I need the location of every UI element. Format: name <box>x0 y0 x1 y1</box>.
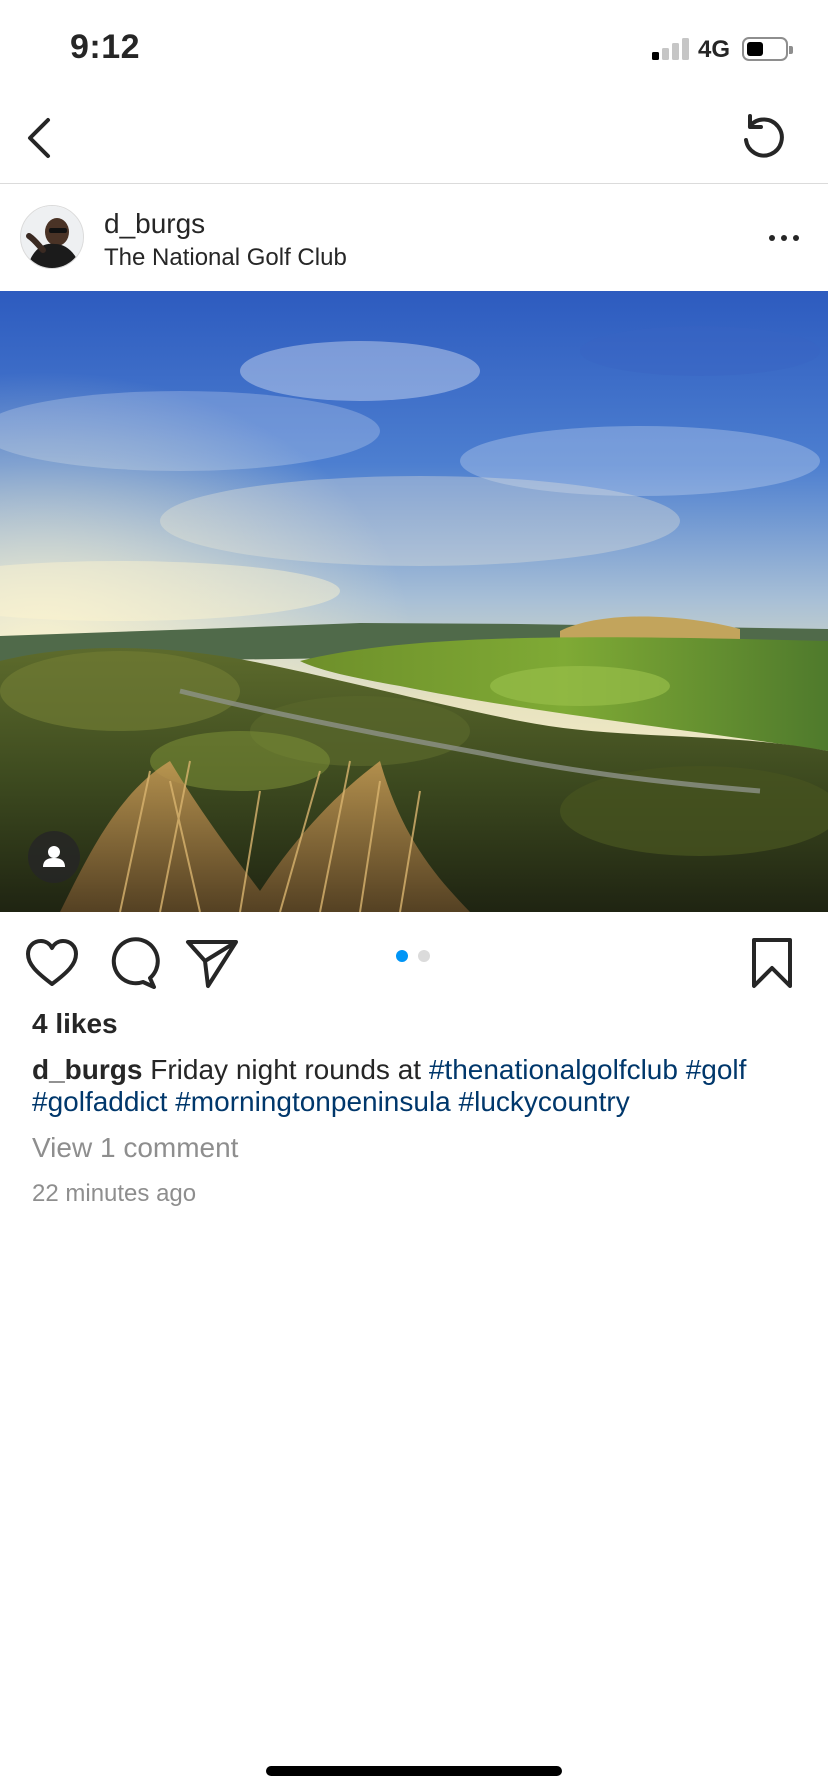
carousel-dot-1 <box>396 950 408 962</box>
hashtag[interactable]: #thenationalgolfclub <box>429 1054 678 1085</box>
post-timestamp: 22 minutes ago <box>32 1180 197 1207</box>
save-button[interactable] <box>744 936 800 992</box>
carousel-indicator <box>396 950 436 964</box>
status-bar: 9:12 4G <box>0 0 828 96</box>
caption-username[interactable]: d_burgs <box>32 1054 142 1085</box>
home-indicator[interactable] <box>266 1766 562 1776</box>
like-button[interactable] <box>24 936 80 992</box>
carousel-dot-2 <box>418 950 430 962</box>
refresh-icon <box>744 114 784 158</box>
likes-count[interactable]: 4 likes <box>32 1008 118 1040</box>
post-caption: d_burgs Friday night rounds at #thenatio… <box>32 1054 808 1118</box>
more-options-button[interactable] <box>764 218 804 258</box>
post-location[interactable]: The National Golf Club <box>104 244 347 272</box>
back-button[interactable] <box>20 114 64 162</box>
cellular-signal-icon <box>652 38 690 60</box>
avatar-image <box>21 206 83 268</box>
share-button[interactable] <box>184 936 240 992</box>
hashtag[interactable]: #golf <box>686 1054 747 1085</box>
bookmark-icon <box>752 938 792 988</box>
battery-level <box>747 42 763 56</box>
post-photo[interactable] <box>0 291 828 912</box>
status-time: 9:12 <box>70 28 141 66</box>
view-comments-link[interactable]: View 1 comment <box>32 1132 238 1164</box>
hashtag[interactable]: #luckycountry <box>459 1086 630 1117</box>
refresh-button[interactable] <box>734 110 790 166</box>
heart-icon <box>26 939 78 986</box>
send-icon <box>186 940 238 988</box>
battery-icon <box>742 37 793 61</box>
user-icon <box>43 846 65 867</box>
hashtag[interactable]: #morningtonpeninsula <box>175 1086 451 1117</box>
nav-bar <box>0 96 828 184</box>
golf-course-image <box>0 291 828 912</box>
hashtag[interactable]: #golfaddict <box>32 1086 167 1117</box>
caption-text: Friday night rounds at <box>150 1054 422 1085</box>
post-header: d_burgs The National Golf Club <box>0 184 828 291</box>
chevron-left-icon <box>28 118 50 158</box>
network-type: 4G <box>698 36 731 63</box>
post-username[interactable]: d_burgs <box>104 208 205 240</box>
comment-icon <box>111 937 160 989</box>
tagged-people-button[interactable] <box>28 831 80 883</box>
comment-button[interactable] <box>104 936 160 992</box>
avatar[interactable] <box>20 205 84 269</box>
more-horizontal-icon <box>769 235 799 241</box>
